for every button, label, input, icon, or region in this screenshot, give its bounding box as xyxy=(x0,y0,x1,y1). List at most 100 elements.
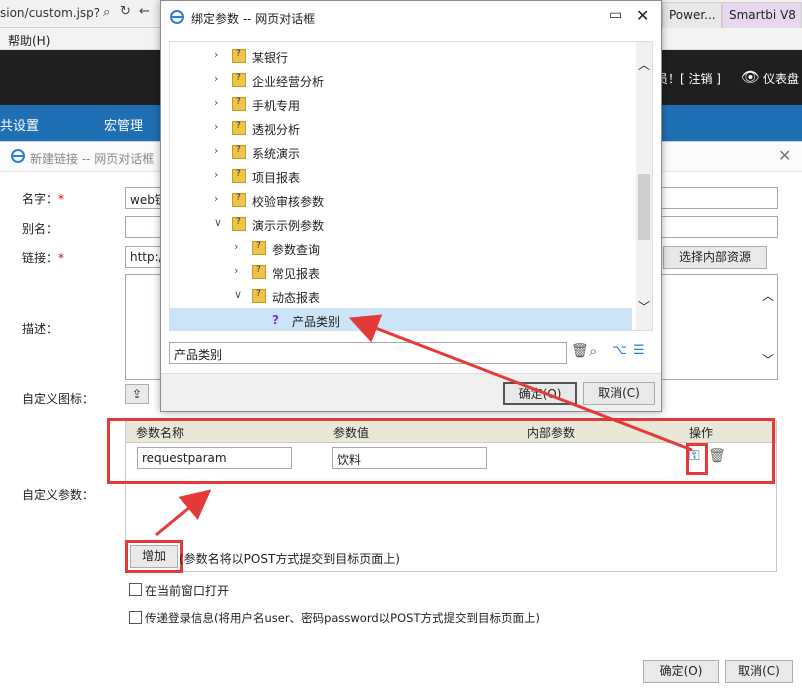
tree-node-label: 校验审核参数 xyxy=(252,195,325,209)
scroll-up-icon[interactable]: ︿ xyxy=(638,56,650,73)
dialog-title: 新建链接 -- 网页对话框 xyxy=(30,152,155,166)
tree-node[interactable]: › 企业经营分析 xyxy=(170,68,632,92)
tree-node[interactable]: › 某银行 xyxy=(170,44,632,68)
address-text[interactable]: sion/custom.jsp? xyxy=(0,6,100,20)
tree-view-icon[interactable]: ⌥ xyxy=(612,343,627,358)
tree-node[interactable]: › 常见报表 xyxy=(170,260,632,284)
chevron-right-icon[interactable]: › xyxy=(214,168,218,181)
chevron-right-icon[interactable]: › xyxy=(214,144,218,157)
chevron-right-icon[interactable]: › xyxy=(214,120,218,133)
scroll-up-icon[interactable]: ︿ xyxy=(762,287,774,304)
ie-icon xyxy=(11,149,25,163)
tree-search-input[interactable]: 产品类别 xyxy=(169,342,567,364)
tree-node-label: 参数查询 xyxy=(272,243,321,257)
folder-icon xyxy=(232,145,246,159)
folder-icon xyxy=(232,73,246,87)
dialog-title: 绑定参数 -- 网页对话框 xyxy=(191,12,316,26)
browser-tab-label: Power... xyxy=(669,8,716,22)
scrollbar[interactable]: ︿ ﹀ xyxy=(759,275,777,379)
browser-tab-label: Smartbi V8 xyxy=(729,8,796,22)
back-icon[interactable]: ← xyxy=(139,4,150,19)
required-mark: * xyxy=(58,251,65,265)
refresh-icon[interactable]: ↻ xyxy=(120,4,131,19)
ie-icon xyxy=(170,10,184,24)
scrollbar-thumb[interactable] xyxy=(638,174,650,240)
scroll-down-icon[interactable]: ﹀ xyxy=(638,298,650,315)
params-label: 自定义参数： xyxy=(22,488,95,502)
folder-icon xyxy=(232,217,246,231)
eye-icon[interactable]: 👁 xyxy=(741,68,760,86)
highlight-box xyxy=(107,418,775,484)
icon-label: 自定义图标： xyxy=(22,392,95,406)
menu-item-help[interactable]: 帮助(H) xyxy=(8,32,50,49)
chevron-down-icon[interactable]: ∨ xyxy=(234,288,242,301)
desc-label: 描述： xyxy=(22,322,59,336)
tree-node-label: 某银行 xyxy=(252,51,289,65)
chevron-right-icon[interactable]: › xyxy=(214,48,218,61)
pass-login-label: 传递登录信息(将用户名user、密码password以POST方式提交到目标页面… xyxy=(145,611,540,625)
folder-icon xyxy=(232,97,246,111)
tree-node[interactable]: › 校验审核参数 xyxy=(170,188,632,212)
bind-cancel-button[interactable]: 取消(C) xyxy=(583,382,655,405)
name-label-text: 名字： xyxy=(22,192,59,206)
chevron-down-icon[interactable]: ∨ xyxy=(214,216,222,229)
chevron-right-icon[interactable]: › xyxy=(214,192,218,205)
chevron-right-icon[interactable]: › xyxy=(214,72,218,85)
tree-node-label: 手机专用 xyxy=(252,99,301,113)
tree-node-label: 企业经营分析 xyxy=(252,75,325,89)
link-label: 链接：* xyxy=(22,249,64,266)
tree-node[interactable]: › 手机专用 xyxy=(170,92,632,116)
close-icon[interactable]: ✕ xyxy=(778,146,791,165)
open-current-checkbox[interactable] xyxy=(129,583,142,596)
tree-node[interactable]: › 项目报表 xyxy=(170,164,632,188)
ok-button[interactable]: 确定(O) xyxy=(643,660,719,683)
tree-node[interactable]: ∨ 动态报表 xyxy=(170,284,632,308)
param-tree: › 某银行 › 企业经营分析 › 手机专用 › 透视分析 › 系统演示 › 项目报表 › 校验审核参数 ∨ 演… xyxy=(169,41,653,331)
scroll-down-icon[interactable]: ﹀ xyxy=(762,351,774,368)
browser-tab-power[interactable]: Power... xyxy=(662,2,722,28)
list-view-icon[interactable]: ☰ xyxy=(633,343,645,358)
tree-node[interactable]: ? 产品类别 xyxy=(170,308,632,330)
folder-icon xyxy=(252,265,266,279)
nav-item-macro[interactable]: 宏管理 xyxy=(104,115,143,134)
bind-param-dialog: 绑定参数 -- 网页对话框 ▭ ✕ ›某银行›企业经营分析›手机专用›透视分析›… xyxy=(160,0,662,412)
dialog-footer: 确定(O) 取消(C) xyxy=(161,373,661,411)
browser-tab-smartbi[interactable]: Smartbi V8 xyxy=(722,2,802,28)
name-label: 名字：* xyxy=(22,190,64,207)
tree-node[interactable]: › 参数查询 xyxy=(170,236,632,260)
delete-icon[interactable]: 🗑 xyxy=(571,343,589,359)
alias-label: 别名： xyxy=(22,222,59,236)
dialog-titlebar: 绑定参数 -- 网页对话框 ▭ ✕ xyxy=(161,1,661,33)
search-icon[interactable]: ⌕ xyxy=(103,5,110,20)
link-label-text: 链接： xyxy=(22,251,59,265)
tree-node-label: 项目报表 xyxy=(252,171,301,185)
tree-node-label: 透视分析 xyxy=(252,123,301,137)
tree-node-label: 产品类别 xyxy=(292,315,341,329)
dashboard-link[interactable]: 仪表盘 xyxy=(763,70,799,87)
pass-login-checkbox[interactable] xyxy=(129,611,142,624)
add-button[interactable]: 增加 xyxy=(130,545,178,568)
folder-icon xyxy=(232,121,246,135)
select-resource-button[interactable]: 选择内部资源 xyxy=(663,246,767,269)
chevron-right-icon[interactable]: › xyxy=(214,96,218,109)
cancel-button[interactable]: 取消(C) xyxy=(725,660,793,683)
tree-node[interactable]: ∨ 演示示例参数 xyxy=(170,212,632,236)
required-mark: * xyxy=(58,192,65,206)
folder-icon xyxy=(252,289,266,303)
search-icon[interactable]: ⌕ xyxy=(589,342,597,360)
tree-node-label: 动态报表 xyxy=(272,291,321,305)
folder-icon xyxy=(232,169,246,183)
param-icon: ? xyxy=(272,313,279,327)
tree-node[interactable]: › 系统演示 xyxy=(170,140,632,164)
upload-icon[interactable]: ⇪ xyxy=(125,384,149,404)
chevron-right-icon[interactable]: › xyxy=(234,240,238,253)
tree-node[interactable]: › 透视分析 xyxy=(170,116,632,140)
folder-icon xyxy=(252,241,266,255)
nav-item-settings[interactable]: 共设置 xyxy=(0,115,39,134)
user-logout-text[interactable]: 员！[ 注销 ] xyxy=(656,70,721,87)
bind-ok-button[interactable]: 确定(O) xyxy=(503,382,577,405)
chevron-right-icon[interactable]: › xyxy=(234,264,238,277)
close-icon[interactable]: ✕ xyxy=(636,6,649,25)
minimize-icon[interactable]: ▭ xyxy=(609,7,622,23)
folder-icon xyxy=(232,49,246,63)
